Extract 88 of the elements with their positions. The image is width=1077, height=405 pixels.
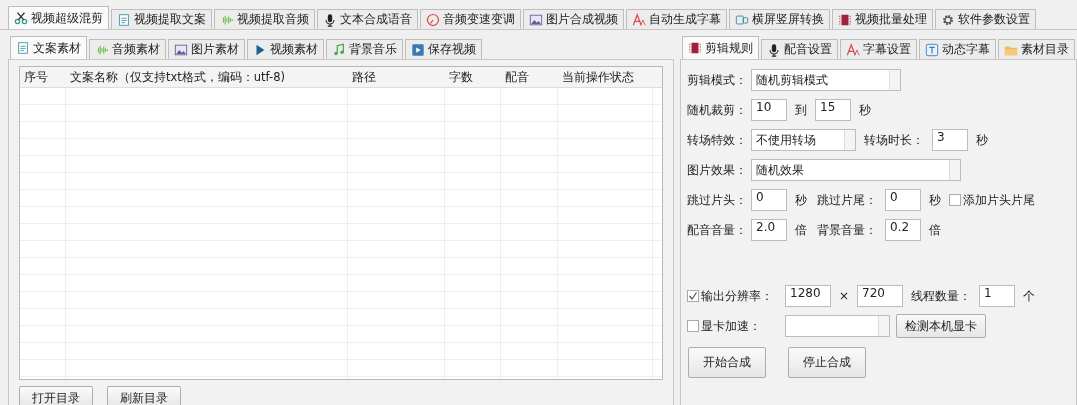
font-icon	[846, 42, 860, 57]
synthesis-button[interactable]: 停止合成	[788, 347, 866, 378]
field-label: 秒	[976, 131, 988, 149]
input-field[interactable]: 2.0	[751, 219, 787, 241]
settings-tab[interactable]: 动态字幕	[919, 39, 996, 59]
material-tab[interactable]: 图片素材	[168, 39, 245, 59]
field-label: 转场特效：	[687, 131, 745, 149]
checkbox[interactable]	[687, 320, 699, 332]
input-field[interactable]: 15	[815, 99, 851, 121]
input-field[interactable]: 10	[751, 99, 787, 121]
main-tab[interactable]: 图片合成视频	[523, 9, 624, 29]
main-tab[interactable]: 视频批量处理	[832, 9, 933, 29]
rotate-screen-icon	[735, 12, 749, 27]
settings-tab[interactable]: 配音设置	[761, 39, 838, 59]
main-tab[interactable]: 视频提取文案	[111, 9, 212, 29]
document-icon	[117, 12, 131, 27]
input-field[interactable]: 1280	[785, 285, 831, 307]
document-icon	[16, 41, 30, 55]
column-header: 配音	[504, 69, 530, 86]
synthesis-button[interactable]: 开始合成	[688, 347, 766, 378]
directory-button[interactable]: 打开目录	[19, 386, 93, 405]
settings-icon	[941, 12, 955, 27]
settings-tab[interactable]: 剪辑规则	[682, 36, 759, 59]
scissors-icon	[14, 11, 28, 25]
material-tab[interactable]: 背景音乐	[326, 39, 403, 59]
input-field[interactable]: 720	[857, 285, 904, 307]
gauge-icon	[426, 12, 440, 27]
field-label: 秒	[795, 191, 807, 209]
film-strip-icon	[688, 41, 702, 55]
directory-button[interactable]: 刷新目录	[107, 386, 181, 405]
field-label: 背景音量：	[817, 221, 877, 239]
input-field[interactable]: 1	[979, 285, 1016, 307]
play-square-icon	[411, 42, 425, 57]
field-label: 转场时长：	[864, 131, 924, 149]
column-header: 文案名称（仅支持txt格式，编码：utf-8)	[69, 69, 286, 86]
field-label: 秒	[929, 191, 941, 209]
dropdown[interactable]	[785, 315, 890, 337]
field-label: 线程数量：	[911, 287, 972, 305]
microphone-icon	[323, 12, 337, 27]
checkbox[interactable]	[687, 290, 699, 302]
field-label: 倍	[929, 221, 941, 239]
image-icon	[174, 42, 188, 57]
material-tab[interactable]: 保存视频	[405, 39, 482, 59]
column-header: 当前操作状态	[561, 69, 635, 86]
settings-tab[interactable]: 字幕设置	[840, 39, 917, 59]
input-field[interactable]: 0	[751, 189, 787, 211]
text-box-icon	[925, 42, 939, 57]
input-field[interactable]: 0	[885, 189, 921, 211]
main-tab[interactable]: 自动生成字幕	[626, 9, 727, 29]
main-tab[interactable]: 视频提取音频	[214, 9, 315, 29]
checkbox[interactable]	[949, 194, 961, 206]
film-strip-icon	[838, 12, 852, 27]
checkbox-label: 输出分辨率：	[701, 287, 773, 305]
main-tab[interactable]: 软件参数设置	[935, 9, 1036, 29]
field-label: 剪辑模式：	[687, 71, 745, 89]
field-label: 秒	[859, 101, 871, 119]
field-label: 跳过片尾：	[817, 191, 877, 209]
field-label: 跳过片头：	[687, 191, 745, 209]
field-label: 配音音量：	[687, 221, 745, 239]
field-label: 随机裁剪：	[687, 101, 745, 119]
main-tab[interactable]: 视频超级混剪	[8, 6, 109, 29]
settings-tab[interactable]: 素材目录	[998, 39, 1075, 59]
input-field[interactable]: 3	[932, 129, 968, 151]
material-tab[interactable]: 文案素材	[10, 36, 87, 59]
main-tab[interactable]: 文本合成语音	[317, 9, 418, 29]
column-header: 路径	[351, 69, 377, 86]
column-header: 字数	[448, 69, 474, 86]
microphone-icon	[767, 42, 781, 57]
checkbox-label: 添加片头片尾	[963, 191, 1035, 209]
field-label: 个	[1023, 287, 1036, 305]
input-field[interactable]: 0.2	[885, 219, 921, 241]
field-label: ×	[839, 289, 850, 303]
music-note-icon	[332, 42, 346, 57]
column-header: 序号	[23, 69, 49, 86]
checkbox-label: 显卡加速：	[701, 317, 761, 335]
dropdown[interactable]: 不使用转场	[751, 129, 856, 151]
field-label: 图片效果：	[687, 161, 745, 179]
field-label: 到	[795, 101, 807, 119]
material-tab[interactable]: 视频素材	[247, 39, 324, 59]
field-label: 倍	[795, 221, 807, 239]
dropdown[interactable]: 随机效果	[751, 159, 961, 181]
main-tab[interactable]: 横屏竖屏转换	[729, 9, 830, 29]
material-tab[interactable]: 音频素材	[89, 39, 166, 59]
dropdown[interactable]: 随机剪辑模式	[751, 69, 901, 91]
detect-button[interactable]: 检测本机显卡	[896, 314, 986, 338]
main-tab[interactable]: 音频变速变调	[420, 9, 521, 29]
image-icon	[529, 12, 543, 27]
font-icon	[632, 12, 646, 27]
